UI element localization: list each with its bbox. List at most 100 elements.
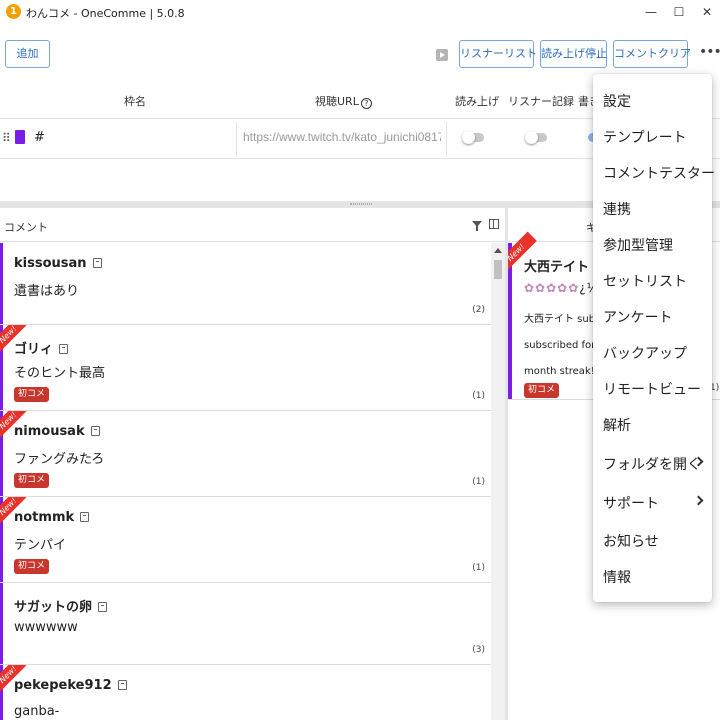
emote-row: ✿✿✿✿✿¿½ [524,281,599,295]
window-title: わんコメ - OneComme | 5.0.8 [26,7,185,20]
comment-item[interactable]: サガットの卵 wwwwww (3) [0,583,491,665]
comment-item[interactable]: New! notmmk テンパイ 初コメ (1) [0,497,491,583]
menu-item-open-folder[interactable]: フォルダを開く [593,447,712,477]
menu-item-label: 設定 [603,94,631,110]
comment-clear-button[interactable]: コメントクリア [613,40,691,68]
copy-icon[interactable] [59,344,69,354]
scroll-thumb[interactable] [494,260,502,279]
menu-item-remote-view[interactable]: リモートビュー [593,372,712,402]
menu-item-support[interactable]: サポート [593,486,712,516]
menu-item-backup[interactable]: バックアップ [593,336,712,366]
more-menu-icon[interactable]: ••• [699,44,720,60]
emote-images: ✿✿✿✿✿ [524,281,580,295]
comment-count: (1) [472,563,485,573]
splitter-grip-icon[interactable] [350,203,372,205]
frame-color-swatch[interactable] [15,130,25,144]
menu-item-survey[interactable]: アンケート [593,300,712,330]
comment-author-name: nimousak [14,424,85,439]
copy-icon[interactable] [117,680,127,690]
menu-item-label: コメントテスター [603,166,715,182]
menu-item-label: 情報 [603,570,631,586]
comment-author-name: notmmk [14,510,75,525]
comment-count: (2) [472,305,485,315]
menu-item-integration[interactable]: 連携 [593,192,712,222]
menu-item-settings[interactable]: 設定 [593,84,712,114]
listener-record-toggle[interactable] [525,131,547,144]
cell-divider [446,122,447,156]
close-icon[interactable]: ✕ [692,2,720,22]
header-frame-name: 枠名 [124,95,146,108]
comment-text: wwwwww [14,620,78,635]
filter-icon[interactable] [472,221,482,231]
menu-item-analysis[interactable]: 解析 [593,408,712,438]
comment-count: (1) [472,391,485,401]
comment-item[interactable]: New! pekepeke912 ganba- [0,665,491,720]
menu-item-label: テンプレート [603,130,687,146]
copy-icon[interactable] [90,426,100,436]
copy-icon[interactable] [92,258,102,268]
comment-item[interactable]: kissousan 遺書はあり (2) [0,243,491,325]
comment-author: kissousan [14,256,102,271]
stop-reading-button[interactable]: 読み上げ停止 [540,40,607,68]
menu-item-label: 連携 [603,202,631,218]
first-comment-badge: 初コメ [524,383,560,398]
play-icon[interactable] [436,49,448,61]
comment-author-name: kissousan [14,256,87,271]
copy-icon[interactable] [98,602,108,612]
menu-item-label: リモートビュー [603,382,701,398]
header-read-aloud: 読み上げ [455,95,499,108]
copy-icon[interactable] [80,512,90,522]
menu-item-label: サポート [603,496,659,512]
more-menu: 設定 テンプレート コメントテスター 連携 参加型管理 セットリスト アンケート… [593,74,715,602]
add-button[interactable]: 追加 [5,40,50,68]
menu-item-label: お知らせ [603,534,659,550]
comment-count: (1) [472,477,485,487]
scroll-up-icon[interactable] [494,248,502,253]
listener-list-button[interactable]: リスナーリスト [459,40,537,68]
header-viewing-url: 視聴URL? [315,93,372,109]
menu-item-news[interactable]: お知らせ [593,524,712,554]
minimize-icon[interactable]: — [636,2,666,22]
comment-text: ファングみたろ [14,452,105,467]
chevron-right-icon [693,495,704,506]
drag-handle-icon[interactable]: ⠿ [2,131,11,145]
comment-author: pekepeke912 [14,678,127,693]
comment-text: テンパイ [14,538,67,553]
app-logo-icon: 1 [6,4,21,19]
viewing-url-field[interactable]: https://www.twitch.tv/kato_junichi0817 [243,130,441,144]
menu-item-label: フォルダを開く [603,457,701,473]
frame-name-field[interactable]: # [34,130,45,145]
comment-item[interactable]: New! ゴリィ そのヒント最高 初コメ (1) [0,325,491,411]
header-viewing-url-label: 視聴URL [315,95,359,108]
cell-divider [236,122,237,156]
comment-panel-header: コメント [0,208,505,242]
menu-item-setlist[interactable]: セットリスト [593,264,712,294]
maximize-icon[interactable]: ☐ [664,2,694,22]
menu-item-participation[interactable]: 参加型管理 [593,228,712,258]
comment-scrollbar[interactable] [491,243,505,720]
help-icon[interactable]: ? [360,98,372,109]
comment-text: ganba- [14,704,60,719]
comment-panel: コメント kissousan 遺書はあり (2) New! ゴリィ そのヒント最… [0,208,505,720]
comment-text: そのヒント最高 [14,366,106,381]
read-aloud-toggle[interactable] [462,131,484,144]
menu-item-label: セットリスト [603,274,687,290]
first-comment-badge: 初コメ [14,387,50,402]
menu-item-label: 参加型管理 [603,238,673,254]
comment-author-name: ゴリィ [14,342,54,357]
menu-item-comment-tester[interactable]: コメントテスター [593,156,715,186]
menu-item-label: アンケート [603,310,673,326]
header-listener-record: リスナー記録 [508,95,574,108]
gift-author-name: 大西テイト [524,260,590,275]
menu-item-info[interactable]: 情報 [593,560,712,590]
comment-item[interactable]: New! nimousak ファングみたろ 初コメ (1) [0,411,491,497]
comment-author: サガットの卵 [14,596,108,615]
columns-icon[interactable] [489,219,499,229]
menu-item-label: 解析 [603,418,631,434]
comment-author: nimousak [14,424,100,439]
title-bar: 1 わんコメ - OneComme | 5.0.8 — ☐ ✕ [0,0,720,24]
gift-author: 大西テイト [524,256,605,275]
comment-panel-title: コメント [4,221,48,234]
menu-item-template[interactable]: テンプレート [593,120,712,150]
comment-count: (3) [472,645,485,655]
